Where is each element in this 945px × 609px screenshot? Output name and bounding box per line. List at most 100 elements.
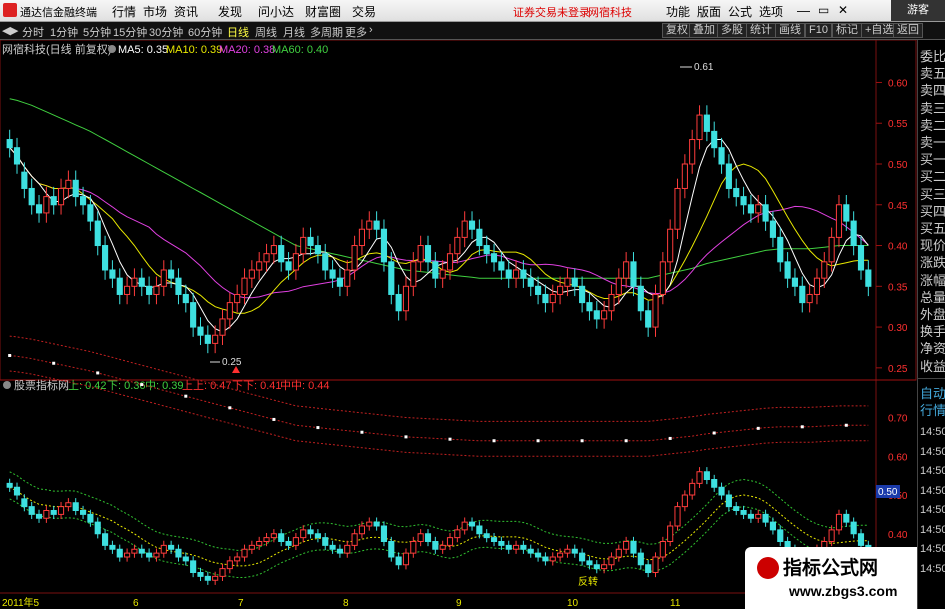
period-tab-1min[interactable]: 1分钟: [50, 24, 78, 40]
watermark-logo-icon: [757, 557, 779, 579]
period-tab-30min[interactable]: 30分钟: [149, 24, 183, 40]
side-item[interactable]: 涨幅: [920, 272, 945, 289]
candle-body: [226, 302, 233, 320]
settings-dot-icon[interactable]: [108, 45, 116, 53]
candle-body: [65, 179, 72, 189]
period-tab-weekly[interactable]: 周线: [255, 24, 277, 40]
period-tab-15min[interactable]: 15分钟: [113, 24, 147, 40]
side-item[interactable]: 买二: [920, 168, 945, 185]
band-dot: [580, 439, 584, 443]
period-tab-daily[interactable]: 日线: [227, 24, 249, 40]
candle-body: [667, 228, 674, 263]
menu-item-markets[interactable]: 市场: [143, 3, 167, 20]
ma20-line: [9, 147, 869, 299]
side-item[interactable]: 总量: [920, 289, 945, 306]
side-item[interactable]: 外盘: [920, 306, 945, 323]
more-chevron-icon[interactable]: ›: [369, 24, 373, 36]
side-item[interactable]: 委比: [920, 48, 945, 65]
candle-body: [109, 269, 116, 279]
indicator-candle-body: [740, 510, 747, 515]
indicator-candle-body: [138, 548, 145, 554]
menu-item-trade[interactable]: 交易: [352, 3, 376, 20]
period-tab-5min[interactable]: 5分钟: [83, 24, 111, 40]
period-tab-timeshare[interactable]: 分时: [22, 24, 44, 40]
statistics-button[interactable]: 统计: [746, 23, 776, 38]
side-item[interactable]: 卖五: [920, 65, 945, 82]
candle-body: [703, 114, 710, 132]
menu-item-market[interactable]: 行情: [112, 3, 136, 20]
period-tab-60min[interactable]: 60分钟: [188, 24, 222, 40]
indicator-candle-body: [366, 521, 373, 527]
menu-formula[interactable]: 公式: [728, 3, 752, 20]
indicator-candle-body: [270, 533, 277, 539]
side-time: 14:50: [920, 543, 945, 555]
side-tab-quote[interactable]: 行情: [920, 402, 945, 419]
back-button[interactable]: 返回: [893, 23, 923, 38]
candle-body: [124, 285, 131, 295]
guest-button[interactable]: 游客: [891, 0, 945, 21]
maximize-icon[interactable]: ▭: [818, 3, 829, 17]
indicator-candle-body: [212, 575, 219, 581]
period-tab-monthly[interactable]: 月线: [283, 24, 305, 40]
quote-side-panel: 委比 卖五 卖四 卖三 卖二 卖一 买一 买二 买三 买四 买五 现价 涨跌 涨幅 总量 外盘 换手 净资 收益 自…: [917, 40, 945, 609]
f10-button[interactable]: F10: [805, 23, 832, 38]
indicator-candle-body: [182, 556, 189, 562]
menu-options[interactable]: 选项: [759, 3, 783, 20]
indicator-candle-body: [388, 541, 395, 558]
indicator-candle-body: [344, 544, 351, 554]
nav-right-icon[interactable]: ▶: [10, 24, 18, 37]
side-item[interactable]: 现价: [920, 237, 945, 254]
side-item[interactable]: 换手: [920, 323, 945, 340]
menu-function[interactable]: 功能: [666, 3, 690, 20]
overlay-button[interactable]: 叠加: [689, 23, 719, 38]
draw-line-button[interactable]: 画线: [775, 23, 805, 38]
adjust-button[interactable]: 复权: [662, 23, 692, 38]
menu-layout[interactable]: 版面: [697, 3, 721, 20]
side-item[interactable]: 买四: [920, 203, 945, 220]
add-watchlist-button[interactable]: +自选: [861, 23, 898, 38]
main-y-tick: 0.60: [888, 78, 908, 89]
main-chart-header: 网宿科技(日线 前复权) MA5: 0.35 MA10: 0.39 MA20: …: [2, 42, 328, 56]
side-item[interactable]: 卖三: [920, 100, 945, 117]
indicator-candle-body: [57, 506, 65, 515]
menu-item-ask[interactable]: 问小达: [258, 3, 294, 20]
indicator-candle-body: [6, 482, 13, 488]
menu-item-news[interactable]: 资讯: [174, 3, 198, 20]
side-item[interactable]: 卖一: [920, 134, 945, 151]
indicator-settings-icon[interactable]: [3, 381, 11, 389]
indicator-candle-body: [153, 552, 160, 558]
side-tab-auto[interactable]: 自动: [920, 385, 945, 402]
candle-body: [747, 204, 754, 214]
reversal-annotation: 反转: [578, 575, 598, 588]
minimize-icon[interactable]: —: [797, 3, 810, 18]
candle-body: [79, 196, 87, 206]
indicator-candle-body: [828, 529, 835, 542]
side-item[interactable]: 净资: [920, 340, 945, 357]
side-item[interactable]: 买三: [920, 186, 945, 203]
period-tab-more[interactable]: 更多: [345, 24, 367, 40]
main-y-axis: 0.60 0.55 0.50 0.45 0.40 0.35 0.30 0.25: [876, 78, 908, 375]
indicator-candle-body: [94, 521, 101, 535]
multi-stock-button[interactable]: 多股: [717, 23, 747, 38]
side-item[interactable]: 收益: [920, 358, 945, 375]
main-y-tick: 0.25: [888, 364, 908, 375]
indicator-candle-body: [601, 564, 608, 570]
chart-area[interactable]: 网宿科技(日线 前复权) MA5: 0.35 MA10: 0.39 MA20: …: [0, 40, 917, 609]
side-item[interactable]: 卖二: [920, 117, 945, 134]
menu-item-wealth[interactable]: 财富圈: [305, 3, 341, 20]
candle-body: [542, 293, 549, 304]
side-item[interactable]: 买一: [920, 151, 945, 168]
side-item[interactable]: 涨跌: [920, 254, 945, 271]
menu-item-discover[interactable]: 发现: [218, 3, 242, 20]
login-warning[interactable]: 证券交易未登录: [513, 4, 590, 20]
candle-body: [57, 187, 65, 206]
band-dot: [492, 439, 496, 443]
mark-button[interactable]: 标记: [832, 23, 862, 38]
close-icon[interactable]: ✕: [838, 3, 848, 17]
period-tab-multi[interactable]: 多周期: [310, 24, 343, 40]
candle-body: [373, 220, 380, 230]
indicator-candle-body: [718, 486, 725, 496]
indicator-candle-body: [234, 556, 241, 562]
side-item[interactable]: 卖四: [920, 82, 945, 99]
side-item[interactable]: 买五: [920, 220, 945, 237]
